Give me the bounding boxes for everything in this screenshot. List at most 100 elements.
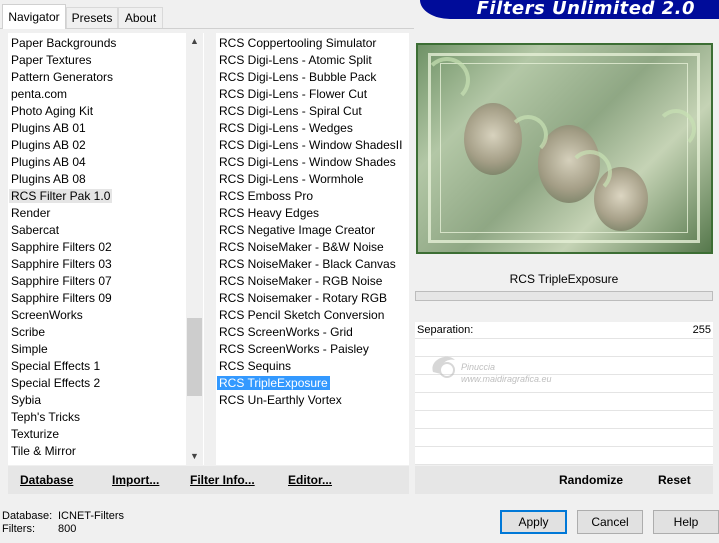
category-item[interactable]: Paper Backgrounds [8, 35, 204, 52]
filter-item[interactable]: RCS Digi-Lens - Window Shades [216, 154, 409, 171]
category-item-label: Plugins AB 04 [11, 155, 86, 169]
current-filter-name: RCS TripleExposure [509, 272, 619, 286]
category-item-label: Tile & Mirror [11, 444, 76, 458]
import-button[interactable]: Import... [112, 473, 159, 487]
scroll-thumb[interactable] [187, 318, 202, 396]
category-item[interactable]: Sabercat [8, 222, 204, 239]
filter-item[interactable]: RCS Pencil Sketch Conversion [216, 307, 409, 324]
filter-item[interactable]: RCS Noisemaker - Rotary RGB [216, 290, 409, 307]
database-button[interactable]: Database [20, 473, 73, 487]
filter-item-label: RCS Coppertooling Simulator [219, 36, 377, 50]
tab-about[interactable]: About [118, 7, 163, 28]
param-row-empty [415, 448, 713, 465]
filter-item-label: RCS Digi-Lens - Wedges [219, 121, 353, 135]
filter-item-label: RCS Pencil Sketch Conversion [219, 308, 385, 322]
status-database-value: ICNET-Filters [58, 510, 124, 522]
filter-list[interactable]: RCS Coppertooling Simulator RCS Digi-Lens… [216, 33, 409, 409]
filter-item[interactable]: RCS Digi-Lens - Window ShadesII [216, 137, 409, 154]
category-item-label: Photo Aging Kit [11, 104, 94, 118]
filter-item[interactable]: RCS Sequins [216, 358, 409, 375]
filter-item[interactable]: RCS Heavy Edges [216, 205, 409, 222]
filter-item[interactable]: RCS Digi-Lens - Wormhole [216, 171, 409, 188]
category-item[interactable]: Paper Textures [8, 52, 204, 69]
category-item[interactable]: Special Effects 1 [8, 358, 204, 375]
scroll-up-icon[interactable]: ▲ [186, 33, 203, 50]
category-item-label: Sybia [11, 393, 42, 407]
category-item[interactable]: Plugins AB 04 [8, 154, 204, 171]
category-item[interactable]: Scribe [8, 324, 204, 341]
filter-item-label: RCS Sequins [219, 359, 292, 373]
filter-info-button[interactable]: Filter Info... [190, 473, 255, 487]
category-item[interactable]: Sapphire Filters 03 [8, 256, 204, 273]
category-item[interactable]: Special Effects 2 [8, 375, 204, 392]
cancel-button[interactable]: Cancel [577, 510, 643, 534]
param-row-separation[interactable]: Separation: 255 [415, 322, 713, 339]
filter-item[interactable]: RCS Digi-Lens - Spiral Cut [216, 103, 409, 120]
scroll-down-icon[interactable]: ▼ [186, 448, 203, 465]
category-item-label: RCS Filter Pak 1.0 [9, 189, 113, 203]
category-scrollbar[interactable]: ▲ ▼ [186, 33, 203, 465]
category-item[interactable]: Teph's Tricks [8, 409, 204, 426]
category-item[interactable]: Render [8, 205, 204, 222]
category-list[interactable]: Paper Backgrounds Paper Textures Pattern G… [8, 33, 204, 460]
category-item[interactable]: Plugins AB 01 [8, 120, 204, 137]
filter-item[interactable]: RCS Digi-Lens - Flower Cut [216, 86, 409, 103]
category-item[interactable]: Pattern Generators [8, 69, 204, 86]
filter-item-label: RCS Heavy Edges [219, 206, 320, 220]
filter-item[interactable]: RCS NoiseMaker - B&W Noise [216, 239, 409, 256]
filter-item[interactable]: RCS NoiseMaker - Black Canvas [216, 256, 409, 273]
category-item-label: Teph's Tricks [11, 410, 80, 424]
category-item[interactable]: Texturize [8, 426, 204, 443]
reset-button[interactable]: Reset [658, 473, 691, 487]
category-item[interactable]: Sapphire Filters 09 [8, 290, 204, 307]
filter-item-label: RCS Un-Earthly Vortex [219, 393, 342, 407]
filter-item[interactable]: RCS Digi-Lens - Bubble Pack [216, 69, 409, 86]
apply-button[interactable]: Apply [500, 510, 567, 534]
help-button[interactable]: Help [653, 510, 719, 534]
category-item-label: Plugins AB 08 [11, 172, 86, 186]
tab-navigator[interactable]: Navigator [2, 4, 66, 29]
category-item[interactable]: penta.com [8, 86, 204, 103]
category-item-label: Special Effects 1 [11, 359, 101, 373]
tab-presets[interactable]: Presets [66, 7, 118, 28]
filter-item[interactable]: RCS Emboss Pro [216, 188, 409, 205]
category-item[interactable]: Sapphire Filters 02 [8, 239, 204, 256]
category-item[interactable]: Photo Aging Kit [8, 103, 204, 120]
product-banner: Filters Unlimited 2.0 [420, 0, 719, 19]
randomize-button[interactable]: Randomize [559, 473, 623, 487]
category-item[interactable]: Sybia [8, 392, 204, 409]
filter-item[interactable]: RCS Un-Earthly Vortex [216, 392, 409, 409]
filter-item-label: RCS ScreenWorks - Paisley [219, 342, 369, 356]
filter-item[interactable]: RCS TripleExposure [216, 375, 409, 392]
category-item-label: Plugins AB 01 [11, 121, 86, 135]
filter-item[interactable]: RCS Negative Image Creator [216, 222, 409, 239]
preview-curl-2 [508, 115, 548, 155]
category-item-label: Sapphire Filters 07 [11, 274, 112, 288]
param-value[interactable]: 255 [693, 322, 711, 339]
filter-item-label: RCS Emboss Pro [219, 189, 314, 203]
status-filters-value: 800 [58, 523, 77, 535]
filter-item[interactable]: RCS Digi-Lens - Atomic Split [216, 52, 409, 69]
watermark: Pinuccia www.maidiragrafica.eu [427, 348, 577, 398]
filter-item-label: RCS Negative Image Creator [219, 223, 376, 237]
editor-button[interactable]: Editor... [288, 473, 332, 487]
category-item-label: Paper Textures [11, 53, 92, 67]
preview-curl-4 [656, 109, 696, 149]
category-item[interactable]: Sapphire Filters 07 [8, 273, 204, 290]
param-row-empty [415, 430, 713, 447]
category-item[interactable]: RCS Filter Pak 1.0 [8, 188, 204, 205]
category-item-label: Texturize [11, 427, 60, 441]
filter-item[interactable]: RCS Digi-Lens - Wedges [216, 120, 409, 137]
category-item[interactable]: ScreenWorks [8, 307, 204, 324]
category-item[interactable]: Tile & Mirror [8, 443, 204, 460]
filter-item[interactable]: RCS NoiseMaker - RGB Noise [216, 273, 409, 290]
category-item[interactable]: Plugins AB 08 [8, 171, 204, 188]
progress-track [415, 291, 713, 301]
category-item-label: Paper Backgrounds [11, 36, 117, 50]
category-item[interactable]: Simple [8, 341, 204, 358]
category-item[interactable]: Plugins AB 02 [8, 137, 204, 154]
filter-item[interactable]: RCS Coppertooling Simulator [216, 35, 409, 52]
filter-item[interactable]: RCS ScreenWorks - Paisley [216, 341, 409, 358]
category-item-label: Scribe [11, 325, 46, 339]
filter-item[interactable]: RCS ScreenWorks - Grid [216, 324, 409, 341]
